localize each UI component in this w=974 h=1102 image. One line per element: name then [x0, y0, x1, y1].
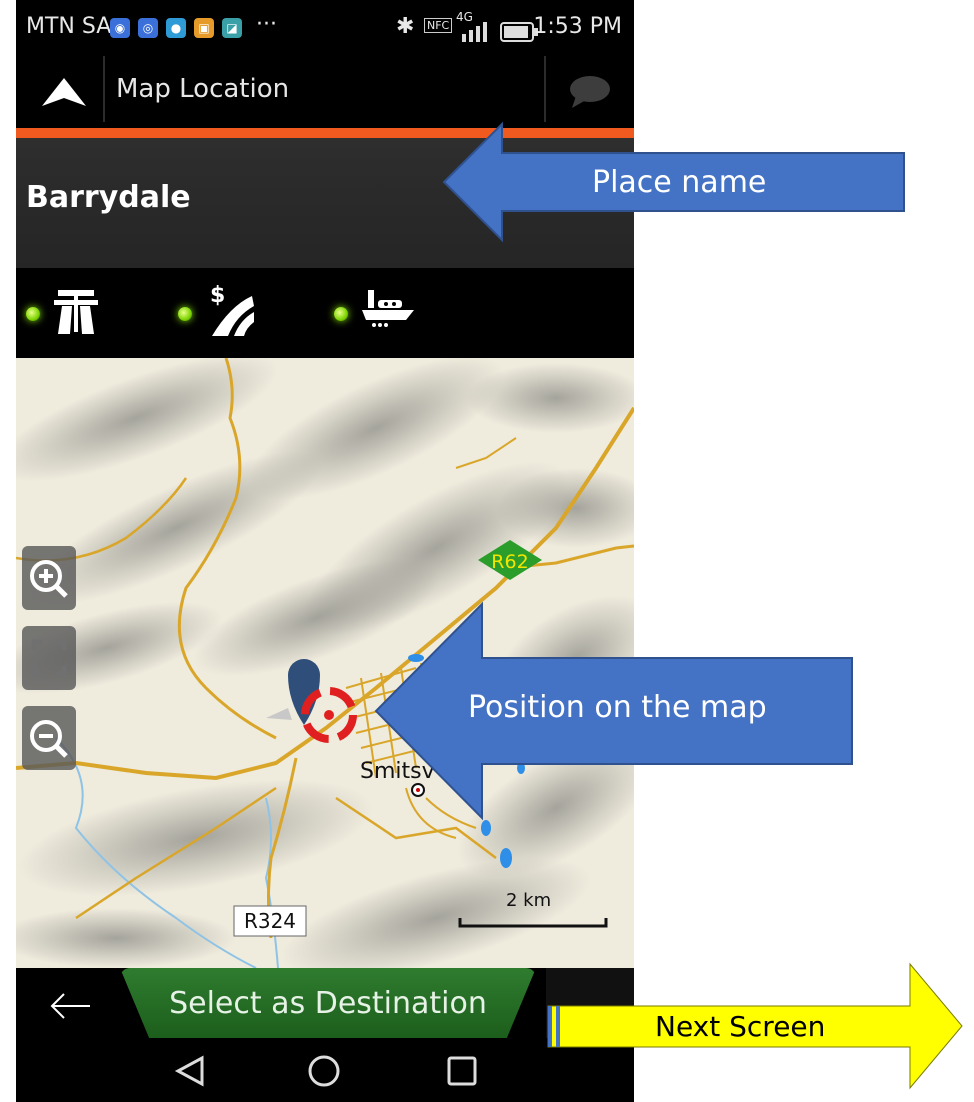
callout-edge: [556, 1006, 560, 1047]
callout-edge: [548, 1006, 552, 1047]
annotation-layer: [374, 121, 963, 1090]
next-screen-annotation: Next Screen: [655, 1010, 826, 1043]
position-annotation: Position on the map: [468, 690, 767, 725]
place-name-annotation: Place name: [592, 165, 767, 200]
